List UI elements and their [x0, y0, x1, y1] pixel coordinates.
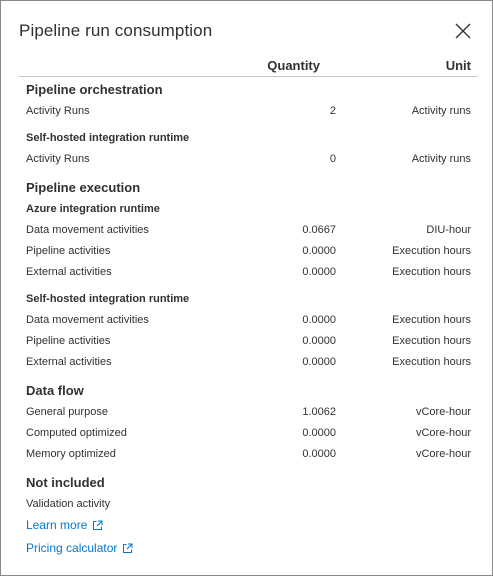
- table-row: Data movement activities 0.0000 Executio…: [1, 314, 493, 328]
- row-quantity: 0.0000: [302, 427, 336, 439]
- list-item: Validation activity: [1, 498, 493, 512]
- external-link-icon: [92, 520, 103, 531]
- pricing-calculator-link[interactable]: Pricing calculator: [26, 541, 133, 555]
- row-unit: Execution hours: [392, 335, 471, 347]
- table-row: Data movement activities 0.0667 DIU-hour: [1, 224, 493, 238]
- row-quantity: 0.0000: [302, 356, 336, 368]
- row-unit: vCore-hour: [415, 448, 471, 460]
- row-unit: Activity runs: [411, 153, 471, 165]
- row-name: Activity Runs: [26, 153, 90, 165]
- row-unit: Activity runs: [411, 105, 471, 117]
- section-heading-dataflow: Data flow: [26, 383, 84, 398]
- row-name: General purpose: [26, 406, 108, 418]
- section-heading-not-included: Not included: [26, 475, 105, 490]
- row-quantity: 0.0000: [302, 448, 336, 460]
- row-quantity: 0.0000: [302, 245, 336, 257]
- row-quantity: 2: [329, 105, 336, 117]
- table-row: External activities 0.0000 Execution hou…: [1, 356, 493, 370]
- row-quantity: 1.0062: [302, 406, 336, 418]
- row-name: Validation activity: [26, 498, 111, 510]
- consumption-panel: Pipeline run consumption Quantity Unit P…: [0, 0, 493, 576]
- row-unit: DIU-hour: [426, 224, 471, 236]
- column-header-quantity: Quantity: [267, 58, 320, 73]
- row-name: Activity Runs: [26, 105, 90, 117]
- row-quantity: 0.0000: [302, 266, 336, 278]
- table-row: External activities 0.0000 Execution hou…: [1, 266, 493, 280]
- row-name: Data movement activities: [26, 314, 149, 326]
- table-row: Pipeline activities 0.0000 Execution hou…: [1, 245, 493, 259]
- row-quantity: 0.0000: [302, 335, 336, 347]
- row-name: Memory optimized: [26, 448, 116, 460]
- table-row: Activity Runs 2 Activity runs: [1, 105, 493, 119]
- row-name: External activities: [26, 356, 112, 368]
- row-name: External activities: [26, 266, 112, 278]
- row-unit: Execution hours: [392, 245, 471, 257]
- subsection-heading-self-hosted: Self-hosted integration runtime: [26, 132, 190, 144]
- row-unit: vCore-hour: [415, 427, 471, 439]
- row-quantity: 0.0000: [302, 314, 336, 326]
- section-heading-execution: Pipeline execution: [26, 180, 141, 195]
- table-row: Activity Runs 0 Activity runs: [1, 153, 493, 167]
- table-row: Computed optimized 0.0000 vCore-hour: [1, 427, 493, 441]
- header-divider: [19, 76, 478, 77]
- row-name: Data movement activities: [26, 224, 149, 236]
- learn-more-link[interactable]: Learn more: [26, 518, 103, 532]
- row-unit: vCore-hour: [415, 406, 471, 418]
- close-icon: [453, 21, 473, 41]
- panel-title: Pipeline run consumption: [19, 21, 213, 40]
- row-name: Computed optimized: [26, 427, 127, 439]
- row-name: Pipeline activities: [26, 335, 111, 347]
- row-quantity: 0: [329, 153, 336, 165]
- row-unit: Execution hours: [392, 266, 471, 278]
- table-row: Memory optimized 0.0000 vCore-hour: [1, 448, 493, 462]
- row-unit: Execution hours: [392, 314, 471, 326]
- column-header-unit: Unit: [445, 58, 471, 73]
- close-button[interactable]: [453, 21, 473, 41]
- subsection-heading-self-hosted: Self-hosted integration runtime: [26, 293, 190, 305]
- external-link-icon: [122, 543, 133, 554]
- subsection-heading-azure: Azure integration runtime: [26, 203, 160, 215]
- section-heading-orchestration: Pipeline orchestration: [26, 82, 163, 97]
- pricing-calculator-label: Pricing calculator: [26, 541, 118, 555]
- row-name: Pipeline activities: [26, 245, 111, 257]
- row-unit: Execution hours: [392, 356, 471, 368]
- row-quantity: 0.0667: [302, 224, 336, 236]
- learn-more-label: Learn more: [26, 518, 88, 532]
- table-row: Pipeline activities 0.0000 Execution hou…: [1, 335, 493, 349]
- table-row: General purpose 1.0062 vCore-hour: [1, 406, 493, 420]
